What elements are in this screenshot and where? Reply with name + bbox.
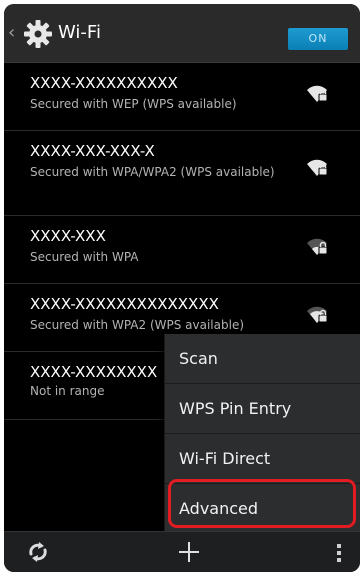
page-title: Wi-Fi: [58, 22, 101, 43]
wifi-locked-medium-icon: [307, 306, 328, 323]
settings-gear-icon[interactable]: [22, 18, 54, 50]
wifi-locked-weak-icon: [307, 238, 328, 255]
list-item[interactable]: XXXX-XXXXXXXXXX Secured with WEP (WPS av…: [4, 63, 360, 131]
action-bar: ‹ Wi-Fi ON: [4, 4, 360, 63]
network-name: XXXX-XXX-XXX-X: [30, 142, 155, 160]
network-name: XXXX-XXXXXXXX: [30, 363, 158, 381]
overflow-menu: Scan WPS Pin Entry Wi-Fi Direct Advanced: [164, 334, 360, 534]
network-status: Secured with WPA/WPA2 (WPS available): [30, 165, 275, 179]
network-name: XXXX-XXX: [30, 227, 106, 245]
network-status: Secured with WEP (WPS available): [30, 97, 237, 111]
wifi-locked-full-icon: [307, 85, 328, 102]
network-name: XXXX-XXXXXXXXXXXXXX: [30, 295, 219, 313]
list-item[interactable]: XXXX-XXX Secured with WPA: [4, 216, 360, 284]
menu-item-wps-pin-entry[interactable]: WPS Pin Entry: [165, 384, 360, 434]
list-item[interactable]: XXXX-XXX-XXX-X Secured with WPA/WPA2 (WP…: [4, 131, 360, 216]
add-network-icon[interactable]: [175, 538, 203, 566]
menu-item-wifi-direct[interactable]: Wi-Fi Direct: [165, 434, 360, 484]
menu-item-advanced[interactable]: Advanced: [165, 484, 360, 534]
menu-item-scan[interactable]: Scan: [165, 334, 360, 384]
phone-screen: ‹ Wi-Fi ON XXXX-XXXXXXXXXX Secured with …: [4, 4, 360, 572]
network-name: XXXX-XXXXXXXXXX: [30, 74, 178, 92]
wifi-toggle[interactable]: ON: [288, 28, 348, 50]
wifi-locked-full-icon: [307, 159, 328, 176]
network-status: Secured with WPA: [30, 250, 139, 264]
refresh-icon[interactable]: [26, 540, 50, 564]
back-chevron-icon[interactable]: ‹: [8, 22, 18, 44]
overflow-menu-icon[interactable]: [336, 543, 342, 563]
bottom-toolbar: [4, 531, 360, 572]
network-status: Secured with WPA2 (WPS available): [30, 318, 245, 332]
